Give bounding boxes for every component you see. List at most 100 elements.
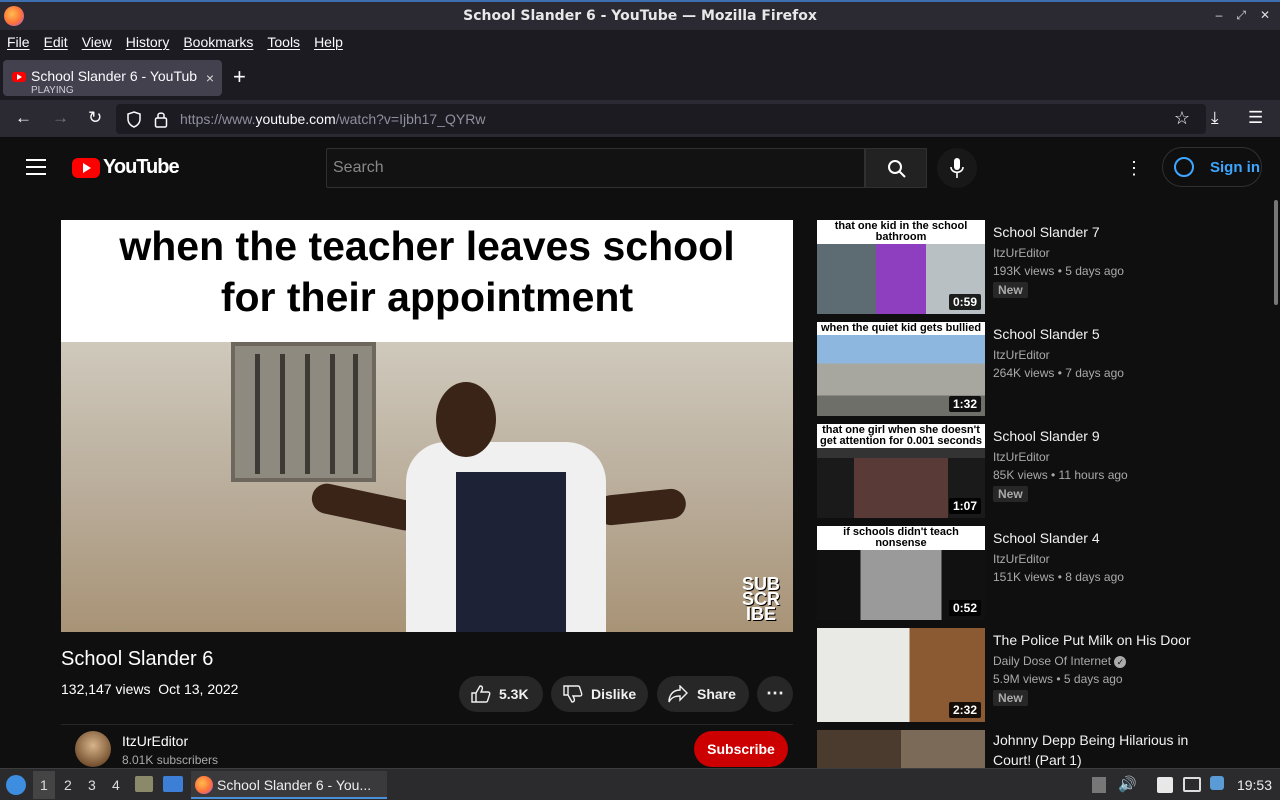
menu-tools[interactable]: Tools	[267, 34, 300, 50]
tab-close-icon[interactable]: ×	[206, 70, 214, 86]
workspace-2[interactable]: 2	[64, 777, 72, 793]
minimize-icon[interactable]: –	[1216, 8, 1223, 23]
share-icon	[668, 685, 688, 703]
bookmark-star-icon[interactable]: ☆	[1174, 108, 1190, 129]
upload-date: Oct 13, 2022	[158, 681, 239, 697]
like-button[interactable]: 5.3K	[459, 676, 543, 712]
settings-more-icon[interactable]: ⋮	[1124, 158, 1144, 178]
menu-help[interactable]: Help	[314, 34, 343, 50]
lock-icon[interactable]	[154, 110, 168, 128]
downloads-icon[interactable]: ⤓	[1211, 108, 1219, 128]
search-box	[326, 148, 865, 188]
recommended-meta: 85K views • 11 hours ago	[993, 468, 1128, 482]
share-button[interactable]: Share	[657, 676, 749, 712]
close-icon[interactable]: ✕	[1260, 8, 1270, 23]
search-input[interactable]	[327, 149, 864, 187]
recommended-channel[interactable]: ItzUrEditor	[993, 246, 1050, 260]
menu-bookmarks[interactable]: Bookmarks	[183, 34, 253, 50]
dislike-button[interactable]: Dislike	[551, 676, 648, 712]
tab-youtube[interactable]: School Slander 6 - YouTube PLAYING ×	[3, 60, 222, 96]
clipboard-icon[interactable]	[1157, 777, 1173, 793]
taskbar: 1 2 3 4 School Slander 6 - You... 🔊 19:5…	[0, 768, 1280, 800]
subscriber-count: 8.01K subscribers	[122, 753, 219, 767]
file-manager-icon[interactable]	[135, 776, 153, 792]
recommended-title[interactable]: School Slander 9	[993, 426, 1208, 446]
shield-icon[interactable]	[126, 111, 142, 128]
channel-name[interactable]: ItzUrEditor	[122, 733, 188, 749]
share-label: Share	[697, 686, 736, 702]
subscribe-button[interactable]: Subscribe	[694, 731, 788, 767]
guide-menu-icon[interactable]	[26, 159, 46, 175]
recommended-video[interactable]: if schools didn't teach nonsense 0:52 Sc…	[817, 526, 1217, 620]
volume-icon[interactable]: 🔊	[1118, 775, 1137, 793]
subscribe-watermark: SUB SCR IBE	[741, 574, 780, 624]
sign-in-button[interactable]: Sign in	[1162, 147, 1262, 187]
menu-file[interactable]: File	[7, 34, 30, 50]
video-thumbnail[interactable]: if schools didn't teach nonsense 0:52	[817, 526, 985, 620]
show-desktop-icon[interactable]	[163, 776, 183, 792]
page-scrollbar[interactable]	[1274, 200, 1278, 305]
thumbnail-image	[817, 730, 985, 768]
menu-view[interactable]: View	[82, 34, 112, 50]
recommended-channel[interactable]: ItzUrEditor	[993, 552, 1050, 566]
sign-in-label: Sign in	[1210, 159, 1260, 176]
video-duration: 1:32	[948, 396, 981, 412]
youtube-logo-icon[interactable]	[72, 158, 100, 178]
recommended-channel[interactable]: Daily Dose Of Internet ✓	[993, 654, 1127, 668]
youtube-logo-text[interactable]: YouTube	[103, 156, 180, 179]
url-bar[interactable]: https://www.youtube.com/watch?v=Ijbh17_Q…	[116, 104, 1206, 134]
reload-icon[interactable]: ↻	[88, 108, 102, 128]
dancing-person	[309, 382, 688, 632]
start-menu-icon[interactable]	[6, 775, 26, 795]
verified-check-icon: ✓	[1114, 656, 1127, 668]
menu-edit[interactable]: Edit	[44, 34, 68, 50]
video-player[interactable]: when the teacher leaves school for their…	[61, 220, 793, 632]
video-thumbnail[interactable]: that one girl when she doesn't get atten…	[817, 424, 985, 518]
recommended-meta: 5.9M views • 5 days ago	[993, 672, 1123, 686]
workspace-1[interactable]: 1	[40, 777, 48, 793]
recommended-title[interactable]: The Police Put Milk on His Door	[993, 630, 1208, 650]
url-path: /watch?v=Ijbh17_QYRw	[335, 111, 486, 127]
video-duration: 0:52	[948, 600, 981, 616]
recommended-video[interactable]: when the quiet kid gets bullied 1:32 Sch…	[817, 322, 1217, 416]
maximize-icon[interactable]: ⤢	[1236, 8, 1246, 23]
video-caption: when the teacher leaves school for their…	[61, 220, 793, 342]
video-thumbnail[interactable]	[817, 730, 985, 768]
forward-icon[interactable]: →	[52, 108, 69, 128]
recommended-channel[interactable]: ItzUrEditor	[993, 450, 1050, 464]
tray-storage-icon[interactable]	[1092, 777, 1106, 793]
taskbar-firefox-window[interactable]: School Slander 6 - You...	[191, 771, 387, 799]
channel-avatar[interactable]	[75, 731, 111, 767]
voice-search-button[interactable]	[937, 148, 977, 188]
menu-history[interactable]: History	[126, 34, 170, 50]
recommended-video[interactable]: that one kid in the school bathroom 0:59…	[817, 220, 1217, 314]
recommended-title[interactable]: School Slander 7	[993, 222, 1208, 242]
search-button[interactable]	[865, 148, 927, 188]
network-icon[interactable]	[1183, 777, 1201, 792]
url-text[interactable]: https://www.youtube.com/watch?v=Ijbh17_Q…	[180, 111, 485, 127]
more-actions-button[interactable]: ⋯	[757, 676, 793, 712]
new-tab-button[interactable]: +	[233, 64, 246, 90]
new-badge: New	[993, 690, 1028, 706]
notification-icon[interactable]	[1210, 776, 1224, 790]
video-thumbnail[interactable]: when the quiet kid gets bullied 1:32	[817, 322, 985, 416]
video-frame: SUB SCR IBE	[61, 342, 793, 632]
tab-bar: School Slander 6 - YouTube PLAYING × +	[0, 54, 1280, 100]
recommended-video[interactable]: Johnny Depp Being Hilarious in Court! (P…	[817, 730, 1217, 768]
app-menu-icon[interactable]: ☰	[1248, 108, 1263, 128]
new-badge: New	[993, 486, 1028, 502]
recommended-video[interactable]: 2:32 The Police Put Milk on His Door Dai…	[817, 628, 1217, 722]
video-thumbnail[interactable]: 2:32	[817, 628, 985, 722]
workspace-3[interactable]: 3	[88, 777, 96, 793]
recommended-title[interactable]: School Slander 4	[993, 528, 1208, 548]
recommended-title[interactable]: School Slander 5	[993, 324, 1208, 344]
video-caption-line2: for their appointment	[220, 274, 634, 320]
recommended-channel[interactable]: ItzUrEditor	[993, 348, 1050, 362]
view-count: 132,147 views	[61, 681, 151, 697]
recommended-video[interactable]: that one girl when she doesn't get atten…	[817, 424, 1217, 518]
back-icon[interactable]: ←	[15, 108, 32, 128]
workspace-4[interactable]: 4	[112, 777, 120, 793]
video-thumbnail[interactable]: that one kid in the school bathroom 0:59	[817, 220, 985, 314]
microphone-icon	[950, 158, 964, 178]
recommended-title[interactable]: Johnny Depp Being Hilarious in Court! (P…	[993, 730, 1208, 768]
